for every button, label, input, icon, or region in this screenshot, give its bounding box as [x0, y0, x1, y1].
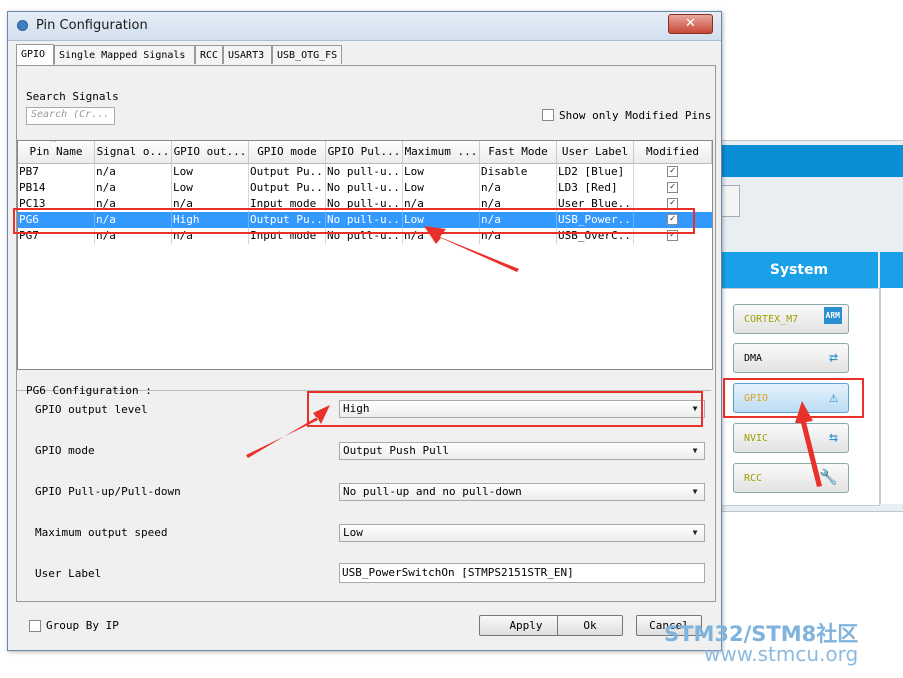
cell-gpio-output: Low — [172, 164, 249, 180]
header-pin-name[interactable]: ^ Pin Name — [18, 141, 95, 163]
cell-max-speed: Low — [403, 164, 480, 180]
cell-signal: n/a — [95, 180, 172, 196]
next-category-panel — [880, 288, 903, 504]
table-row[interactable]: PB14 n/a Low Output Pu... No pull-u... Low n/a… — [18, 180, 712, 196]
watermark-url: www.stmcu.org — [704, 642, 859, 666]
config-title: PG6 Configuration : — [26, 384, 152, 397]
speed-value: Low — [343, 526, 363, 539]
close-button[interactable]: ✕ — [668, 14, 713, 34]
system-category-header[interactable]: System — [720, 252, 878, 288]
tab-single-mapped-signals[interactable]: Single Mapped Signals — [54, 45, 195, 64]
show-modified-checkbox[interactable] — [542, 109, 554, 121]
modified-checkbox[interactable]: ✓ — [667, 182, 678, 193]
pull-label: GPIO Pull-up/Pull-down — [35, 485, 181, 498]
nvic-icon: ⇆ — [828, 428, 838, 446]
cell-gpio-mode: Output Pu... — [250, 164, 326, 180]
header-gpio-mode[interactable]: GPIO mode — [249, 141, 326, 163]
table-header: ^ Pin Name Signal o... GPIO out... GPIO m… — [18, 141, 712, 164]
sort-arrow-icon: ^ — [51, 141, 56, 147]
search-input[interactable]: Search (Cr... — [26, 107, 115, 125]
watermark: STM32/STM8社区 www.stmcu.org — [664, 618, 903, 668]
header-fast-mode[interactable]: Fast Mode — [480, 141, 557, 163]
title-bar[interactable]: Pin Configuration ✕ — [8, 12, 721, 41]
dma-icon: ⇄ — [828, 348, 838, 366]
highlight-gpio-button — [723, 378, 864, 418]
dma-button[interactable]: DMA ⇄ — [733, 343, 849, 373]
background-toolbar — [712, 145, 903, 177]
tab-usart3[interactable]: USART3 — [223, 45, 272, 64]
user-label-label: User Label — [35, 567, 102, 580]
user-label-input[interactable]: USB_PowerSwitchOn [STMPS2151STR_EN] — [339, 563, 705, 583]
cell-max-speed: Low — [403, 180, 480, 196]
pin-configuration-dialog: Pin Configuration ✕ GPIO Single Mapped S… — [7, 11, 722, 651]
group-by-ip-checkbox[interactable] — [29, 620, 41, 632]
nvic-label: NVIC — [744, 433, 769, 444]
gpio-mode-label: GPIO mode — [35, 444, 95, 457]
highlight-output-level — [307, 391, 703, 427]
header-gpio-output[interactable]: GPIO out... — [172, 141, 249, 163]
nvic-button[interactable]: NVIC ⇆ — [733, 423, 849, 453]
gpio-mode-value: Output Push Pull — [343, 444, 449, 457]
header-modified[interactable]: Modified — [634, 141, 712, 163]
output-level-label: GPIO output level — [35, 403, 148, 416]
cell-gpio-pull: No pull-u... — [327, 164, 403, 180]
table-row[interactable]: PB7 n/a Low Output Pu... No pull-u... Low Disa… — [18, 164, 712, 180]
next-category-header[interactable] — [880, 252, 903, 288]
cell-gpio-mode: Output Pu... — [250, 180, 326, 196]
cell-pin-name: PB7 — [18, 164, 95, 180]
tab-gpio[interactable]: GPIO — [16, 44, 54, 65]
cell-fast-mode: n/a — [480, 180, 557, 196]
cell-user-label: LD3 [Red] — [557, 180, 634, 196]
group-by-ip-label: Group By IP — [46, 619, 119, 632]
highlight-selected-row — [13, 208, 695, 234]
speed-label: Maximum output speed — [35, 526, 168, 539]
tab-rcc[interactable]: RCC — [195, 45, 223, 64]
cell-signal: n/a — [95, 164, 172, 180]
arm-icon: ARM — [823, 307, 842, 324]
cell-gpio-output: Low — [172, 180, 249, 196]
pin-table: ^ Pin Name Signal o... GPIO out... GPIO m… — [17, 140, 713, 370]
show-modified-label: Show only Modified Pins — [559, 109, 712, 122]
chevron-down-icon: ▼ — [692, 487, 698, 496]
pull-value: No pull-up and no pull-down — [343, 485, 522, 498]
gpio-mode-select[interactable]: Output Push Pull ▼ — [339, 442, 705, 460]
cortex-m7-label: CORTEX_M7 — [744, 314, 799, 325]
chevron-down-icon: ▼ — [692, 528, 698, 537]
app-icon — [17, 20, 28, 31]
cell-pin-name: PB14 — [18, 180, 95, 196]
rcc-label: RCC — [744, 473, 763, 484]
cell-gpio-pull: No pull-u... — [327, 180, 403, 196]
pull-select[interactable]: No pull-up and no pull-down ▼ — [339, 483, 705, 501]
header-gpio-pull[interactable]: GPIO Pul... — [326, 141, 403, 163]
chevron-down-icon: ▼ — [692, 446, 698, 455]
cortex-m7-button[interactable]: CORTEX_M7 ARM — [733, 304, 849, 334]
header-user-label[interactable]: User Label — [557, 141, 634, 163]
rcc-button[interactable]: RCC 🔧 — [733, 463, 849, 493]
modified-checkbox[interactable]: ✓ — [667, 166, 678, 177]
header-max-speed[interactable]: Maximum ... — [403, 141, 480, 163]
wrench-icon: 🔧 — [819, 468, 838, 486]
tab-usb-otg-fs[interactable]: USB_OTG_FS — [272, 45, 342, 64]
cell-user-label: LD2 [Blue] — [557, 164, 634, 180]
dma-label: DMA — [744, 353, 763, 364]
ok-button[interactable]: Ok — [557, 615, 623, 636]
search-label: Search Signals — [26, 90, 119, 103]
dialog-title: Pin Configuration — [36, 18, 148, 33]
header-signal[interactable]: Signal o... — [95, 141, 172, 163]
speed-select[interactable]: Low ▼ — [339, 524, 705, 542]
cell-fast-mode: Disable — [480, 164, 557, 180]
